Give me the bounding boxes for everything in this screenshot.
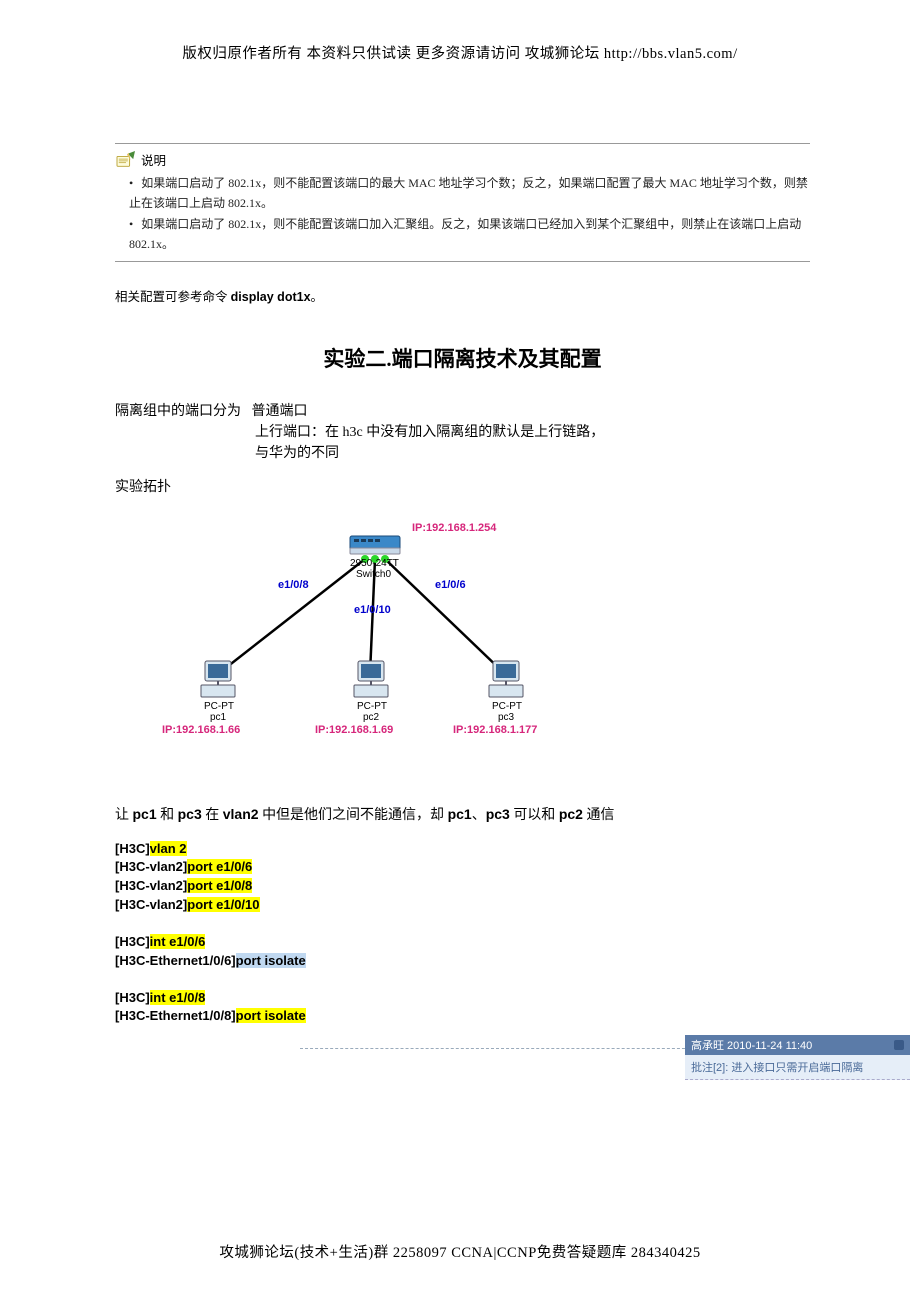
pc1-ip: IP:192.168.1.66 (162, 724, 240, 736)
comment-head: 高承旺 2010-11-24 11:40 (685, 1035, 910, 1055)
cli-prompt: [H3C] (115, 934, 150, 949)
pc-icon (483, 659, 529, 701)
cli-block-2: [H3C]int e1/0/6 [H3C-Ethernet1/0/6]port … (115, 933, 810, 971)
cli-cmd: port isolate (236, 1008, 306, 1023)
cli-prompt: [H3C-vlan2] (115, 897, 187, 912)
cli-cmd: int e1/0/6 (150, 934, 206, 949)
cli-prompt: [H3C-Ethernet1/0/8] (115, 1008, 236, 1023)
cli-cmd: port isolate (236, 953, 306, 968)
experiment-title: 实验二.端口隔离技术及其配置 (115, 343, 810, 373)
ref-suffix: 。 (311, 290, 324, 304)
delete-icon[interactable] (894, 1040, 904, 1050)
req-t: 、 (472, 808, 486, 823)
page-content: 说明 如果端口启动了 802.1x，则不能配置该端口的最大 MAC 地址学习个数… (0, 63, 920, 1026)
pc3-type: PC-PT (492, 701, 522, 712)
comment-body: 批注[2]: 进入接口只需开启端口隔离 (685, 1055, 910, 1080)
topology-title: 实验拓扑 (115, 476, 810, 496)
comment-connector (300, 1048, 695, 1049)
switch-name: Switch0 (356, 569, 391, 580)
cli-line: [H3C-Ethernet1/0/8]port isolate (115, 1007, 810, 1026)
note-label: 说明 (141, 150, 166, 169)
comment-box[interactable]: 高承旺 2010-11-24 11:40 批注[2]: 进入接口只需开启端口隔离 (685, 1035, 910, 1080)
ref-prefix: 相关配置可参考命令 (115, 290, 231, 304)
port-e8: e1/0/8 (278, 579, 309, 591)
switch-icon (348, 530, 404, 560)
cli-cmd: int e1/0/8 (150, 990, 206, 1005)
pc2-ip: IP:192.168.1.69 (315, 724, 393, 736)
req-b: pc3 (486, 806, 510, 822)
cli-prompt: [H3C-vlan2] (115, 859, 187, 874)
cli-line: [H3C]int e1/0/8 (115, 989, 810, 1008)
req-t: 可以和 (510, 808, 559, 823)
req-t: 让 (115, 808, 133, 823)
note-list: 如果端口启动了 802.1x，则不能配置该端口的最大 MAC 地址学习个数；反之… (115, 173, 810, 255)
note-item: 如果端口启动了 802.1x，则不能配置该端口的最大 MAC 地址学习个数；反之… (129, 173, 810, 214)
page-header: 版权归原作者所有 本资料只供试读 更多资源请访问 攻城狮论坛 http://bb… (0, 0, 920, 63)
cli-cmd: port e1/0/10 (187, 897, 259, 912)
pc3-ip: IP:192.168.1.177 (453, 724, 537, 736)
pc3 (483, 659, 529, 704)
reference-line: 相关配置可参考命令 display dot1x。 (115, 286, 810, 305)
intro-l1-post: 普通端口 (252, 404, 308, 419)
pc2-type: PC-PT (357, 701, 387, 712)
cli-block-3: [H3C]int e1/0/8 [H3C-Ethernet1/0/8]port … (115, 989, 810, 1027)
req-b: pc2 (559, 806, 583, 822)
switch-model: 2950-24TT (350, 558, 399, 569)
req-t: 在 (202, 808, 223, 823)
port-e6: e1/0/6 (435, 579, 466, 591)
note-item: 如果端口启动了 802.1x，则不能配置该端口加入汇聚组。反之，如果该端口已经加… (129, 214, 810, 255)
switch-ip-label: IP:192.168.1.254 (412, 522, 496, 534)
note-box: 说明 如果端口启动了 802.1x，则不能配置该端口的最大 MAC 地址学习个数… (115, 143, 810, 262)
intro-l1-pre: 隔离组中的端口分为 (115, 404, 241, 419)
cli-line: [H3C-Ethernet1/0/6]port isolate (115, 952, 810, 971)
pc3-name: pc3 (498, 712, 514, 723)
port-e10: e1/0/10 (354, 604, 391, 616)
cli-block-1: [H3C]vlan 2 [H3C-vlan2]port e1/0/6 [H3C-… (115, 840, 810, 915)
requirement-text: 让 pc1 和 pc3 在 vlan2 中但是他们之间不能通信，却 pc1、pc… (115, 804, 810, 824)
comment-author: 高承旺 2010-11-24 11:40 (691, 1037, 812, 1053)
pc1-type: PC-PT (204, 701, 234, 712)
cli-line: [H3C]vlan 2 (115, 840, 810, 859)
req-b: vlan2 (223, 806, 259, 822)
req-t: 和 (157, 808, 178, 823)
intro-text: 隔离组中的端口分为 普通端口 上行端口：在 h3c 中没有加入隔离组的默认是上行… (115, 401, 810, 464)
cli-prompt: [H3C] (115, 990, 150, 1005)
cli-cmd: port e1/0/6 (187, 859, 252, 874)
req-b: pc1 (448, 806, 472, 822)
req-b: pc1 (133, 806, 157, 822)
cli-line: [H3C-vlan2]port e1/0/6 (115, 858, 810, 877)
cli-line: [H3C-vlan2]port e1/0/10 (115, 896, 810, 915)
req-t: 中但是他们之间不能通信，却 (259, 808, 448, 823)
pc1 (195, 659, 241, 704)
cli-line: [H3C]int e1/0/6 (115, 933, 810, 952)
note-head: 说明 (115, 150, 810, 169)
pc-icon (195, 659, 241, 701)
cli-prompt: [H3C-Ethernet1/0/6] (115, 953, 236, 968)
pc-icon (348, 659, 394, 701)
pc2 (348, 659, 394, 704)
req-b: pc3 (178, 806, 202, 822)
page-footer: 攻城狮论坛(技术+生活)群 2258097 CCNA|CCNP免费答疑题库 28… (0, 1241, 920, 1262)
cli-prompt: [H3C] (115, 841, 150, 856)
cli-line: [H3C-vlan2]port e1/0/8 (115, 877, 810, 896)
topology-diagram: IP:192.168.1.254 2950-24TT Switch0 e1/0/… (170, 504, 610, 744)
cli-prompt: [H3C-vlan2] (115, 878, 187, 893)
ref-cmd: display dot1x (231, 290, 311, 304)
intro-l3: 与华为的不同 (255, 443, 339, 464)
pc1-name: pc1 (210, 712, 226, 723)
note-icon (115, 151, 137, 169)
cli-cmd: port e1/0/8 (187, 878, 252, 893)
req-t: 通信 (583, 808, 615, 823)
intro-l2: 上行端口：在 h3c 中没有加入隔离组的默认是上行链路， (255, 422, 604, 443)
pc2-name: pc2 (363, 712, 379, 723)
cli-cmd: vlan 2 (150, 841, 187, 856)
